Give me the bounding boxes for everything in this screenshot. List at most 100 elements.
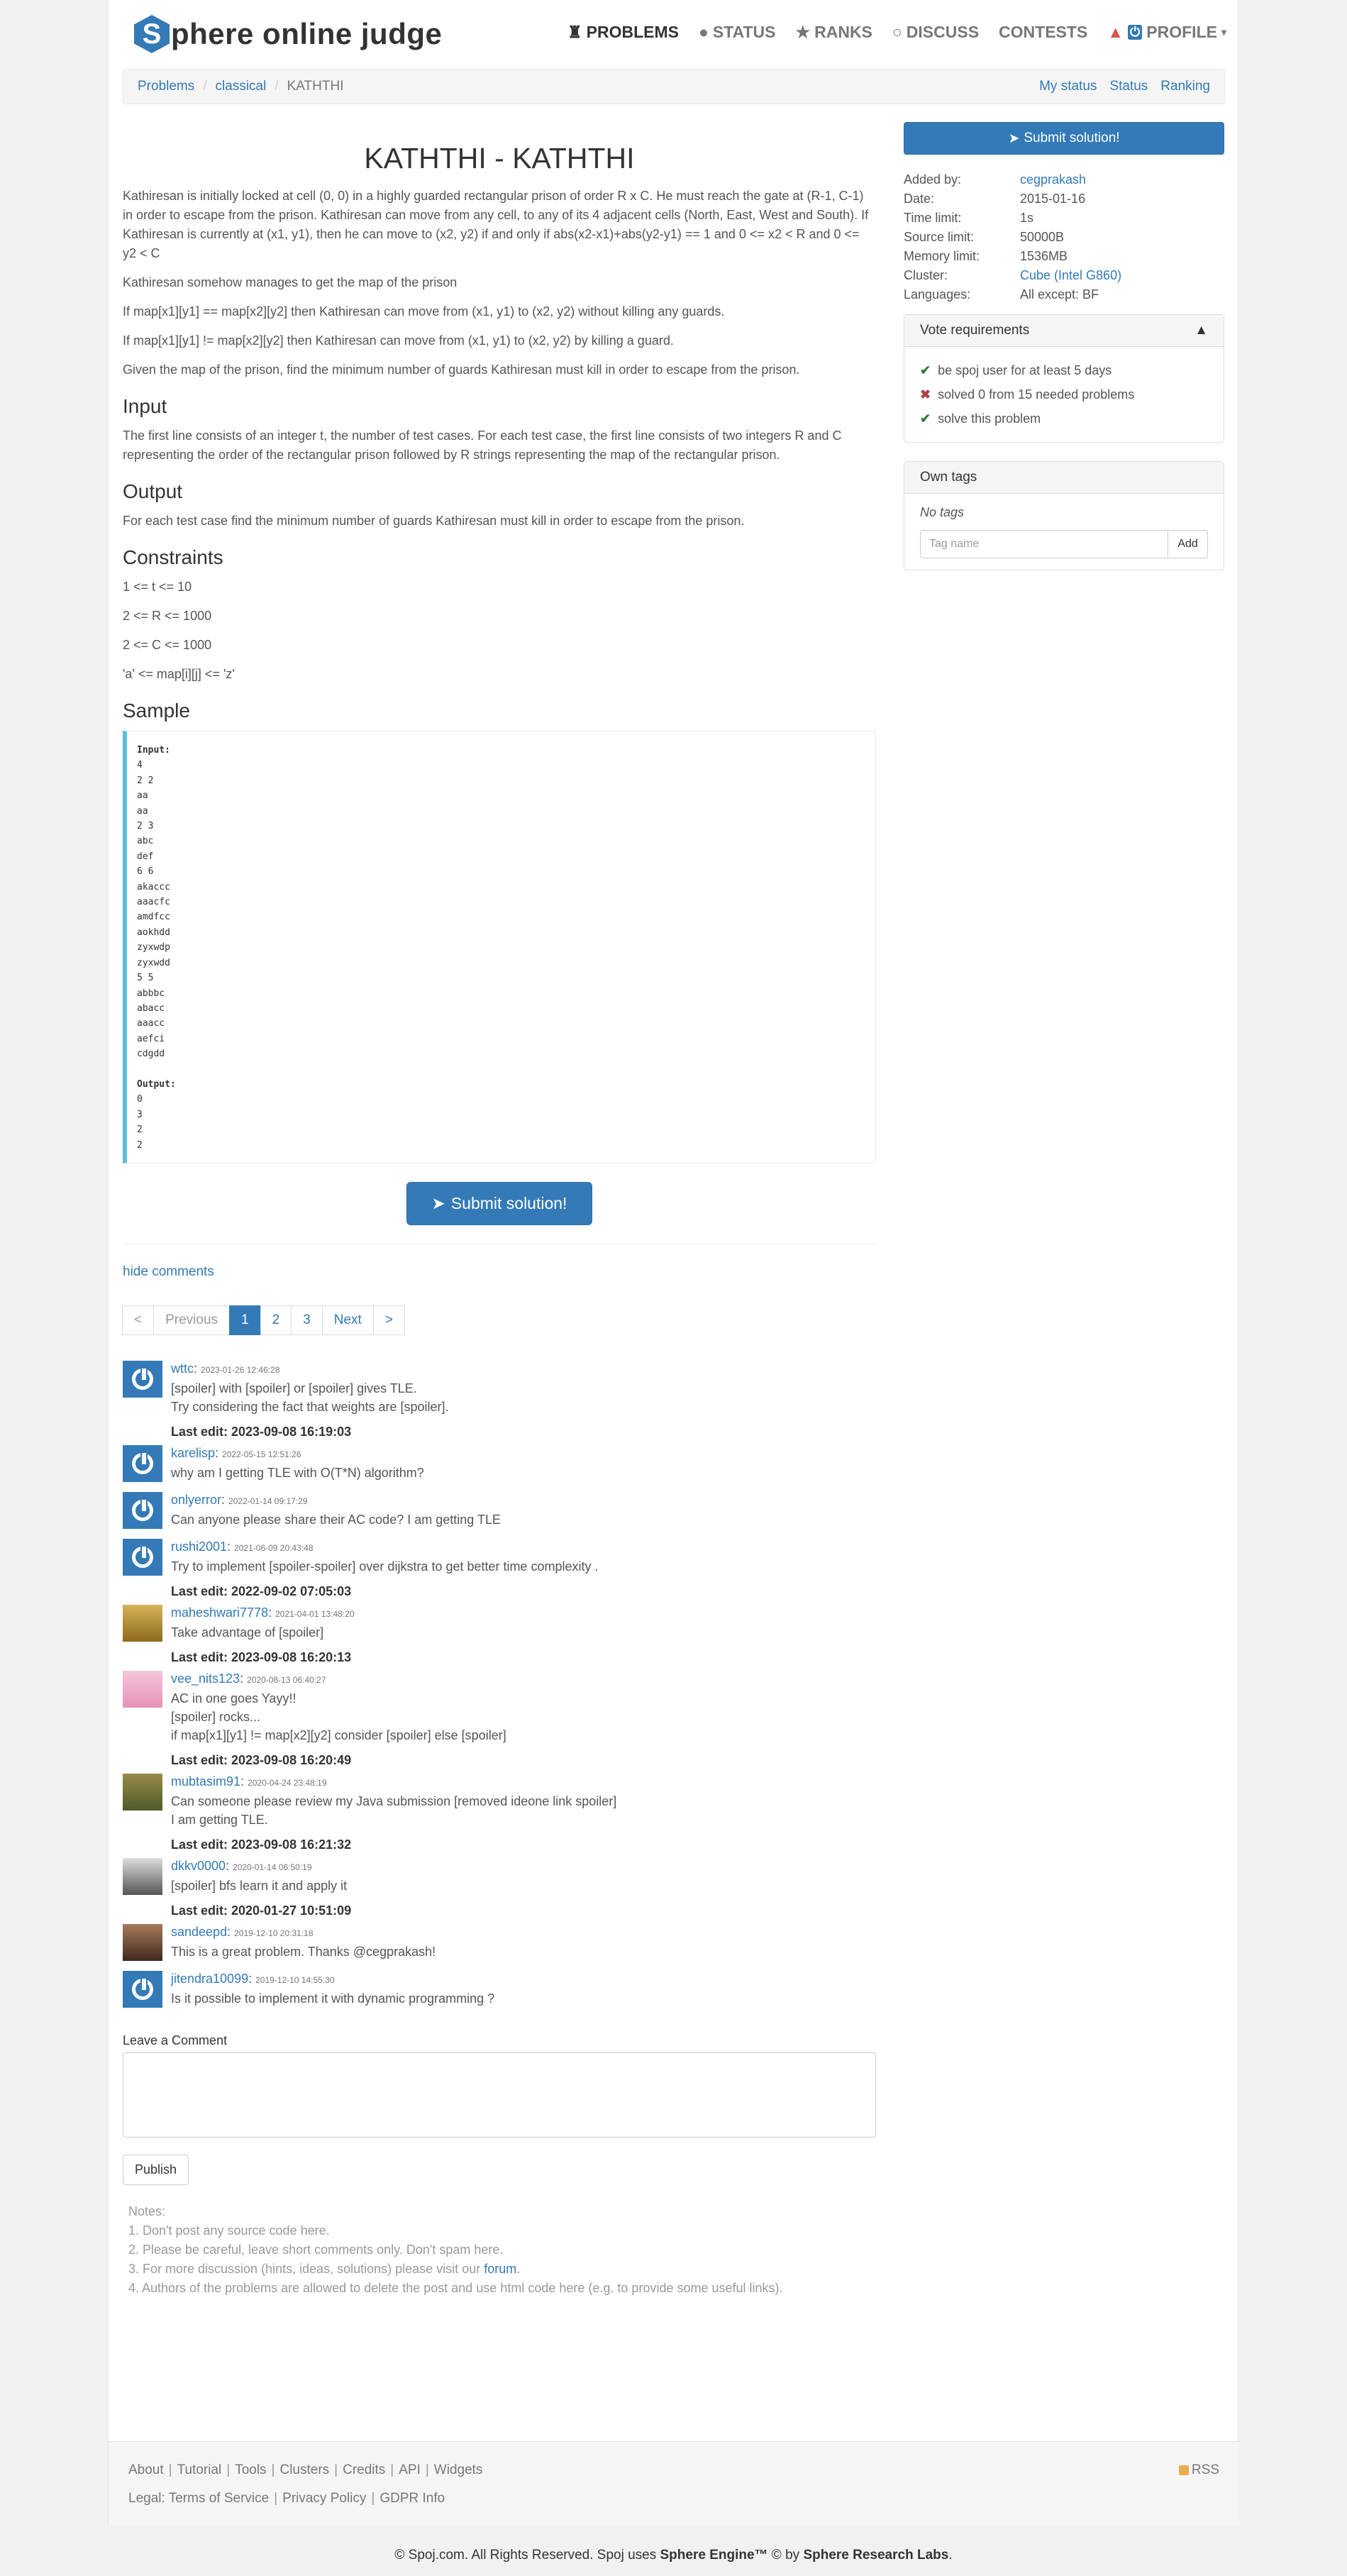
- comment-user[interactable]: karelisp: [171, 1446, 215, 1460]
- add-tag-button[interactable]: Add: [1168, 530, 1208, 558]
- author-link[interactable]: cegprakash: [1020, 170, 1086, 189]
- pager-previous[interactable]: Previous: [153, 1305, 231, 1335]
- comment-textarea[interactable]: [123, 2052, 876, 2138]
- footer-link[interactable]: Widgets: [434, 2462, 483, 2477]
- comment-user[interactable]: maheshwari7778: [171, 1605, 268, 1620]
- breadcrumb-problems[interactable]: Problems: [138, 79, 194, 94]
- pager-page-2[interactable]: 2: [260, 1305, 292, 1335]
- own-tags-panel: Own tags No tags Tag name Add: [904, 461, 1224, 570]
- nav-status[interactable]: ● STATUS: [699, 23, 776, 42]
- sample-input-label: Input:: [137, 745, 170, 756]
- ranking-link[interactable]: Ranking: [1160, 79, 1210, 94]
- breadcrumb-current: KATHTHI: [287, 79, 344, 94]
- leave-comment-label: Leave a Comment: [123, 2033, 228, 2047]
- comment-timestamp: 2023-01-26 12:46:28: [201, 1365, 280, 1375]
- rss-icon: [1178, 2465, 1189, 2475]
- footer: About | Tutorial | Tools | Clusters | Credits | AP…: [109, 2441, 1239, 2525]
- comment-timestamp: 2020-04-24 23:48:19: [248, 1778, 327, 1788]
- breadcrumb-classical[interactable]: classical: [216, 79, 267, 94]
- trophy-icon: ★: [795, 23, 811, 41]
- pager-next[interactable]: Next: [321, 1305, 374, 1335]
- comment-text: Try to implement [spoiler-spoiler] over …: [171, 1559, 599, 1574]
- no-tags: No tags: [920, 505, 965, 519]
- avatar[interactable]: [123, 1539, 162, 1576]
- page-container: S phere online judge ♜ PROBLEMS ● STATUS ★…: [108, 0, 1239, 2525]
- last-edit: Last edit: 2022-09-02 07:05:03: [171, 1584, 352, 1598]
- privacy-link[interactable]: Privacy Policy: [282, 2491, 366, 2506]
- statement-paragraph: If map[x1][y1] == map[x2][y2] then Kathi…: [123, 304, 725, 319]
- comment-timestamp: 2020-01-14 06:50:19: [233, 1862, 312, 1872]
- my-status-link[interactable]: My status: [1039, 79, 1097, 94]
- comment-user[interactable]: jitendra10099: [171, 1972, 248, 1986]
- vote-requirements-panel: Vote requirements ▲ ✔ be spoj user for at …: [904, 314, 1224, 443]
- status-link[interactable]: Status: [1109, 79, 1148, 94]
- nav-ranks[interactable]: ★ RANKS: [795, 23, 872, 42]
- output-heading: Output: [123, 480, 183, 502]
- avatar[interactable]: [123, 1445, 162, 1482]
- footer-link[interactable]: Credits: [343, 2462, 385, 2477]
- logo-text: phere online judge: [171, 17, 443, 50]
- sphere-engine-link[interactable]: Sphere Engine™: [660, 2548, 768, 2563]
- avatar[interactable]: [123, 1605, 162, 1642]
- notes: Notes: 1. Don't post any source code her…: [128, 2204, 783, 2295]
- tag-name-input[interactable]: Tag name: [920, 530, 1168, 558]
- comment: sandeepd: 2019-12-10 20:31:18 This is a g…: [123, 1923, 876, 1961]
- comment-text: why am I getting TLE with O(T*N) algorit…: [171, 1466, 424, 1480]
- site-logo[interactable]: S phere online judge: [134, 14, 442, 54]
- publish-button[interactable]: Publish: [123, 2155, 189, 2185]
- comment: dkkv0000: 2020-01-14 06:50:19 [spoiler] b…: [123, 1857, 876, 1895]
- warning-icon[interactable]: ▲: [1194, 323, 1208, 338]
- forum-link[interactable]: forum: [484, 2262, 516, 2276]
- logo-mark: S: [134, 15, 170, 53]
- comment-user[interactable]: onlyerror: [171, 1493, 221, 1507]
- cluster-link[interactable]: Cube (Intel G860): [1020, 266, 1121, 285]
- comment-user[interactable]: dkkv0000: [171, 1859, 226, 1873]
- comment-user[interactable]: rushi2001: [171, 1539, 227, 1554]
- avatar[interactable]: [123, 1924, 162, 1961]
- sample-output: 0 3 2 2: [137, 1094, 143, 1151]
- sphere-labs-link[interactable]: Sphere Research Labs: [803, 2548, 948, 2563]
- avatar[interactable]: [123, 1492, 162, 1529]
- avatar[interactable]: [123, 1361, 162, 1398]
- comment: onlyerror: 2022-01-14 09:17:29 Can anyone…: [123, 1491, 876, 1529]
- avatar[interactable]: [123, 1971, 162, 2008]
- pager-page-3[interactable]: 3: [291, 1305, 323, 1335]
- avatar[interactable]: [123, 1858, 162, 1895]
- sample-input: 4 2 2 aa aa 2 3 abc def 6 6 akaccc aaacf…: [137, 760, 170, 1060]
- comment-text: Is it possible to implement it with dyna…: [171, 1991, 495, 2006]
- nav-problems[interactable]: ♜ PROBLEMS: [567, 23, 679, 42]
- footer-link[interactable]: Tutorial: [177, 2462, 222, 2477]
- footer-link[interactable]: API: [399, 2462, 421, 2477]
- comment-user[interactable]: mubtasim91: [171, 1774, 240, 1789]
- problem-title: KATHTHI - KATHTHI: [364, 142, 635, 175]
- nav-contests[interactable]: CONTESTS: [999, 23, 1087, 42]
- problem-info: Added by: cegprakash Date: 2015-01-16 Time…: [904, 170, 1224, 304]
- avatar[interactable]: [123, 1671, 162, 1708]
- nav-profile[interactable]: ▲ ⏻ PROFILE ▾: [1107, 23, 1226, 42]
- comment-user[interactable]: sandeepd: [171, 1925, 227, 1939]
- gdpr-link[interactable]: GDPR Info: [379, 2491, 445, 2506]
- caret-down-icon: ▾: [1221, 26, 1226, 38]
- pager-last[interactable]: >: [372, 1305, 405, 1335]
- constraint: 'a' <= map[i][j] <= 'z': [123, 667, 235, 681]
- pager-first[interactable]: <: [122, 1305, 155, 1335]
- rss-link[interactable]: RSS: [1178, 2456, 1219, 2484]
- avatar[interactable]: [123, 1774, 162, 1811]
- comment-user[interactable]: vee_nits123: [171, 1671, 240, 1686]
- comment: wttc: 2023-01-26 12:46:28 [spoiler] with …: [123, 1359, 876, 1416]
- statement-paragraph: Kathiresan somehow manages to get the ma…: [123, 275, 458, 289]
- footer-link[interactable]: Clusters: [279, 2462, 329, 2477]
- hide-comments-link[interactable]: hide comments: [123, 1264, 214, 1279]
- comment-user[interactable]: wttc: [171, 1361, 194, 1376]
- main-nav: ♜ PROBLEMS ● STATUS ★ RANKS ○ DISCUSS CONTES…: [567, 23, 1226, 42]
- copyright: © Spoj.com. All Rights Reserved. Spoj us…: [394, 2548, 953, 2563]
- comment-timestamp: 2021-04-01 13:48:20: [275, 1609, 355, 1619]
- pager-page-1[interactable]: 1: [229, 1305, 261, 1335]
- terms-link[interactable]: Terms of Service: [169, 2491, 269, 2506]
- footer-link[interactable]: About: [128, 2462, 164, 2477]
- footer-link[interactable]: Tools: [235, 2462, 266, 2477]
- submit-solution-button[interactable]: ➤ Submit solution!: [406, 1182, 592, 1225]
- nav-discuss[interactable]: ○ DISCUSS: [892, 23, 979, 42]
- comment-text: Can anyone please share their AC code? I…: [171, 1513, 501, 1527]
- sidebar-submit-button[interactable]: ➤ Submit solution!: [904, 122, 1224, 155]
